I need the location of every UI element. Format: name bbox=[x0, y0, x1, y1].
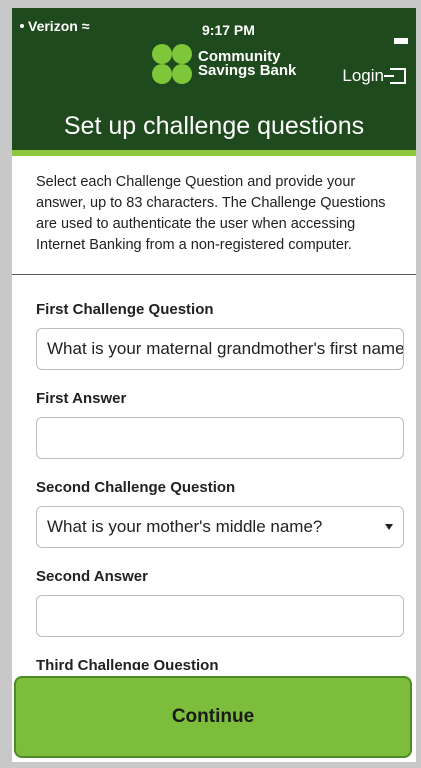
signal-icon bbox=[20, 24, 24, 28]
intro-text: Select each Challenge Question and provi… bbox=[12, 156, 416, 275]
q1-label: First Challenge Question bbox=[36, 301, 214, 318]
login-button[interactable]: Login bbox=[342, 66, 406, 86]
q1-selected-value: What is your maternal grandmother's firs… bbox=[47, 339, 404, 358]
q1-select[interactable]: What is your maternal grandmother's firs… bbox=[36, 328, 404, 370]
footer-bar: Continue bbox=[12, 670, 416, 762]
a1-input[interactable] bbox=[36, 417, 404, 459]
bank-logo: Community Savings Bank bbox=[152, 44, 296, 84]
q2-selected-value: What is your mother's middle name? bbox=[47, 517, 323, 536]
challenge-form: First Challenge Question What is your ma… bbox=[12, 275, 416, 674]
bank-name: Community Savings Bank bbox=[198, 48, 297, 79]
clock: 9:17 PM bbox=[202, 22, 255, 38]
a2-input[interactable] bbox=[36, 595, 404, 637]
carrier-indicator: Verizon ≈ bbox=[20, 18, 89, 34]
status-bar: Verizon ≈ 9:17 PM bbox=[12, 8, 416, 44]
a2-label: Second Answer bbox=[36, 568, 148, 585]
q2-select[interactable]: What is your mother's middle name? bbox=[36, 506, 404, 548]
a1-label: First Answer bbox=[36, 390, 127, 407]
continue-button[interactable]: Continue bbox=[14, 676, 412, 758]
wifi-icon: ≈ bbox=[81, 18, 90, 34]
q2-label: Second Challenge Question bbox=[36, 479, 236, 496]
login-icon bbox=[384, 68, 406, 84]
page-title: Set up challenge questions bbox=[12, 104, 416, 156]
phone-screen: Verizon ≈ 9:17 PM Community Savings Bank… bbox=[12, 8, 416, 762]
login-label: Login bbox=[342, 66, 384, 85]
app-header: Community Savings Bank Login bbox=[12, 44, 416, 104]
carrier-name: Verizon bbox=[28, 18, 78, 34]
dropdown-arrow-icon bbox=[385, 524, 393, 530]
clover-icon bbox=[152, 44, 192, 84]
